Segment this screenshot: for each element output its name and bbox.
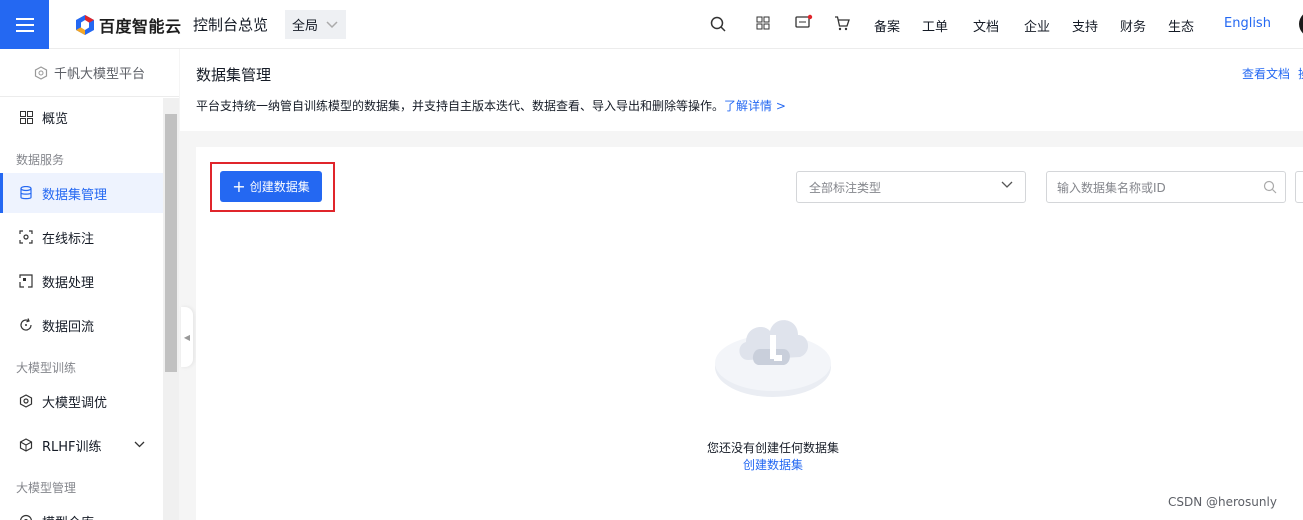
platform-header[interactable]: 千帆大模型平台	[0, 49, 179, 97]
sidebar-item-model-repository[interactable]: 模型仓库	[0, 501, 163, 520]
annotation-icon	[18, 229, 34, 245]
nav-finance[interactable]: 财务	[1120, 16, 1146, 35]
cloud-logo-icon	[76, 14, 94, 35]
sidebar-item-label: 数据处理	[42, 275, 95, 291]
apps-grid-icon[interactable]	[756, 16, 770, 30]
tuning-icon	[18, 393, 34, 409]
learn-more-link[interactable]: 了解详情 >	[724, 99, 786, 113]
nav-docs[interactable]: 文档	[973, 16, 999, 35]
plus-icon: +	[232, 176, 246, 196]
sidebar-item-data-processing[interactable]: 数据处理	[0, 261, 163, 301]
dataset-search-input[interactable]: 输入数据集名称或ID	[1046, 171, 1286, 203]
sidebar-group-management: 大模型管理	[16, 481, 77, 495]
page-description: 平台支持统一纳管自训练模型的数据集，并支持自主版本迭代、数据查看、导入导出和删除…	[196, 97, 786, 114]
brand-name: 百度智能云	[99, 16, 182, 36]
cart-icon[interactable]	[834, 16, 850, 31]
hexagon-icon	[34, 65, 48, 80]
sidebar-item-overview[interactable]: 概览	[0, 97, 163, 137]
repository-icon	[18, 513, 34, 520]
menu-icon[interactable]	[0, 0, 49, 49]
grid-icon	[18, 109, 34, 125]
search-placeholder: 输入数据集名称或ID	[1057, 180, 1166, 195]
sidebar-scrollbar[interactable]	[163, 98, 179, 520]
sidebar-group-training: 大模型训练	[16, 361, 77, 375]
sidebar-item-label: 大模型调优	[42, 395, 108, 411]
language-switch[interactable]: English	[1224, 16, 1271, 31]
empty-state-illustration	[715, 320, 831, 397]
create-dataset-label: 创建数据集	[249, 180, 310, 194]
empty-state-message: 您还没有创建任何数据集	[706, 441, 839, 455]
sidebar-item-label: 数据集管理	[42, 187, 108, 203]
chevron-down-icon	[1001, 181, 1013, 188]
sidebar-item-rlhf[interactable]: RLHF训练	[0, 425, 163, 465]
refresh-button[interactable]	[1295, 171, 1303, 203]
nav-support[interactable]: 支持	[1072, 16, 1098, 35]
nav-ecosystem[interactable]: 生态	[1168, 16, 1194, 35]
avatar[interactable]	[1299, 11, 1303, 37]
brand-logo[interactable]: 百度智能云	[75, 12, 182, 37]
view-docs-label: 查看文档	[1242, 67, 1291, 81]
database-icon	[18, 185, 34, 201]
watermark: CSDN @herosunly	[1168, 495, 1277, 509]
empty-state: 您还没有创建任何数据集 创建数据集	[600, 440, 946, 474]
page-title: 数据集管理	[196, 66, 272, 84]
region-select[interactable]: 全局	[285, 10, 346, 39]
refresh-icon	[18, 317, 34, 333]
platform-name: 千帆大模型平台	[53, 67, 145, 82]
search-icon[interactable]	[1263, 180, 1277, 194]
region-label: 全局	[292, 19, 319, 34]
description-text: 平台支持统一纳管自训练模型的数据集，并支持自主版本迭代、数据查看、导入导出和删除…	[196, 99, 725, 113]
page-header: 数据集管理 查看文档操 平台支持统一纳管自训练模型的数据集，并支持自主版本迭代、…	[180, 49, 1303, 131]
sidebar: 千帆大模型平台 概览 数据服务 数据集管理 在线标注 数据处理 数据回流 大模型…	[0, 49, 179, 520]
annotation-type-select[interactable]: 全部标注类型	[796, 171, 1026, 203]
sidebar-item-label: 概览	[42, 111, 69, 127]
sidebar-item-label: 在线标注	[42, 231, 95, 247]
sidebar-item-online-annotation[interactable]: 在线标注	[0, 217, 163, 257]
sidebar-item-data-reflow[interactable]: 数据回流	[0, 305, 163, 345]
sidebar-collapse-handle[interactable]: ◀	[181, 307, 193, 367]
view-docs-link[interactable]: 查看文档操	[1242, 65, 1303, 82]
sidebar-item-label: 模型仓库	[42, 512, 94, 520]
message-icon[interactable]	[795, 14, 813, 32]
search-icon[interactable]	[710, 16, 726, 32]
top-navbar: 百度智能云 控制台总览 全局 备案 工单 文档 企业 支持 财务 生态 Engl…	[0, 0, 1303, 49]
nav-ticket[interactable]: 工单	[922, 16, 948, 35]
sidebar-item-label: RLHF训练	[42, 439, 102, 455]
caret-left-icon: ◀	[183, 332, 191, 342]
sidebar-group-data: 数据服务	[16, 153, 65, 167]
nav-enterprise[interactable]: 企业	[1024, 16, 1050, 35]
processing-icon	[18, 273, 34, 289]
chevron-down-icon	[134, 441, 145, 448]
chevron-down-icon	[326, 20, 338, 28]
annotation-type-value: 全部标注类型	[809, 180, 882, 195]
sidebar-item-model-tuning[interactable]: 大模型调优	[0, 381, 163, 421]
scrollbar-thumb[interactable]	[165, 114, 177, 372]
empty-create-dataset-link[interactable]: 创建数据集	[600, 457, 946, 474]
nav-filing[interactable]: 备案	[874, 16, 900, 35]
create-dataset-button[interactable]: + 创建数据集	[220, 171, 322, 202]
console-overview-link[interactable]: 控制台总览	[193, 14, 268, 35]
rlhf-icon	[18, 437, 34, 453]
operation-link-cut[interactable]: 操	[1298, 67, 1303, 81]
sidebar-item-dataset-management[interactable]: 数据集管理	[0, 173, 163, 213]
sidebar-item-label: 数据回流	[42, 319, 95, 335]
